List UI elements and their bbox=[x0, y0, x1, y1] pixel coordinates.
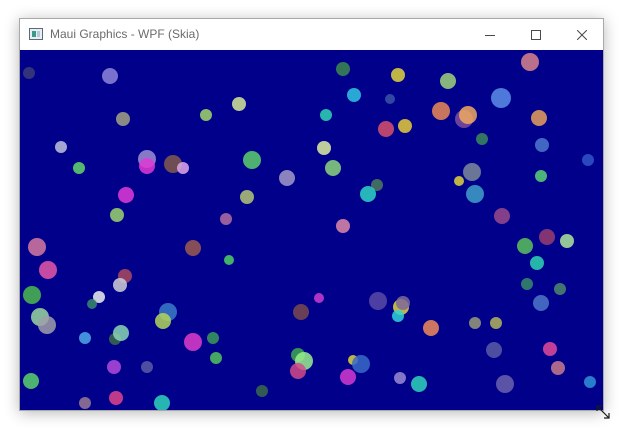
circle-63 bbox=[396, 296, 410, 310]
title-bar[interactable]: Maui Graphics - WPF (Skia) bbox=[20, 19, 603, 50]
circle-57 bbox=[521, 278, 533, 290]
circle-40 bbox=[110, 208, 124, 222]
circle-28 bbox=[317, 141, 331, 155]
circle-77 bbox=[207, 332, 219, 344]
circle-11 bbox=[116, 112, 130, 126]
circle-34 bbox=[535, 170, 547, 182]
circle-12 bbox=[320, 109, 332, 121]
circle-53 bbox=[113, 278, 127, 292]
window-title: Maui Graphics - WPF (Skia) bbox=[50, 27, 200, 41]
circle-9 bbox=[232, 97, 246, 111]
circle-90 bbox=[394, 372, 406, 384]
circle-56 bbox=[23, 286, 41, 304]
circle-5 bbox=[521, 53, 539, 71]
circle-95 bbox=[256, 385, 268, 397]
circle-86 bbox=[107, 360, 121, 374]
circle-85 bbox=[352, 355, 370, 373]
circle-51 bbox=[39, 261, 57, 279]
app-window: Maui Graphics - WPF (Skia) bbox=[19, 18, 604, 411]
circle-60 bbox=[314, 293, 324, 303]
app-window-icon bbox=[29, 28, 43, 40]
circle-98 bbox=[154, 395, 170, 410]
circle-29 bbox=[325, 160, 341, 176]
circle-45 bbox=[185, 240, 201, 256]
circle-46 bbox=[517, 238, 533, 254]
circle-58 bbox=[554, 283, 566, 295]
circle-41 bbox=[220, 213, 232, 225]
circle-55 bbox=[87, 299, 97, 309]
circle-70 bbox=[423, 320, 439, 336]
close-button[interactable] bbox=[559, 19, 605, 50]
circle-3 bbox=[391, 68, 405, 82]
minimize-button[interactable] bbox=[467, 19, 513, 50]
circle-38 bbox=[360, 186, 376, 202]
circle-80 bbox=[210, 352, 222, 364]
circle-59 bbox=[533, 295, 549, 311]
circle-50 bbox=[530, 256, 544, 270]
circle-69 bbox=[38, 316, 56, 334]
circle-89 bbox=[340, 369, 356, 385]
circle-94 bbox=[23, 373, 39, 389]
circle-61 bbox=[369, 292, 387, 310]
circle-39 bbox=[466, 185, 484, 203]
circle-76 bbox=[184, 333, 202, 351]
circle-19 bbox=[476, 133, 488, 145]
circle-1 bbox=[102, 68, 118, 84]
circle-8 bbox=[491, 88, 511, 108]
circle-65 bbox=[293, 304, 309, 320]
close-icon bbox=[577, 29, 587, 40]
circle-16 bbox=[531, 110, 547, 126]
maximize-button[interactable] bbox=[513, 19, 559, 50]
circle-48 bbox=[560, 234, 574, 248]
circle-20 bbox=[55, 141, 67, 153]
circle-93 bbox=[584, 376, 596, 388]
minimize-icon bbox=[485, 34, 495, 36]
circle-10 bbox=[200, 109, 212, 121]
circles-layer bbox=[23, 53, 596, 410]
circle-2 bbox=[336, 62, 350, 76]
circle-27 bbox=[243, 151, 261, 169]
circle-67 bbox=[155, 313, 171, 329]
circle-87 bbox=[141, 361, 153, 373]
circle-33 bbox=[454, 176, 464, 186]
circle-47 bbox=[539, 229, 555, 245]
circle-32 bbox=[463, 163, 481, 181]
circle-24 bbox=[139, 158, 155, 174]
circle-26 bbox=[177, 162, 189, 174]
circle-78 bbox=[486, 342, 502, 358]
circle-64 bbox=[392, 310, 404, 322]
circle-97 bbox=[109, 391, 123, 405]
circle-72 bbox=[490, 317, 502, 329]
circle-73 bbox=[79, 332, 91, 344]
circle-13 bbox=[432, 102, 450, 120]
circle-30 bbox=[73, 162, 85, 174]
circle-44 bbox=[28, 238, 46, 256]
circle-36 bbox=[240, 190, 254, 204]
resize-grip-icon[interactable] bbox=[594, 403, 612, 421]
circle-31 bbox=[279, 170, 295, 186]
graphics-canvas[interactable] bbox=[20, 50, 603, 410]
circle-35 bbox=[118, 187, 134, 203]
circle-18 bbox=[398, 119, 412, 133]
circle-6 bbox=[347, 88, 361, 102]
circle-75 bbox=[113, 325, 129, 341]
circle-92 bbox=[496, 375, 514, 393]
maximize-icon bbox=[531, 29, 541, 40]
circle-83 bbox=[290, 363, 306, 379]
circle-15 bbox=[459, 106, 477, 124]
circle-22 bbox=[582, 154, 594, 166]
circle-17 bbox=[378, 121, 394, 137]
circle-21 bbox=[535, 138, 549, 152]
circle-71 bbox=[469, 317, 481, 329]
circle-4 bbox=[440, 73, 456, 89]
circle-91 bbox=[411, 376, 427, 392]
circle-88 bbox=[551, 361, 565, 375]
circle-42 bbox=[494, 208, 510, 224]
circle-49 bbox=[224, 255, 234, 265]
circle-43 bbox=[336, 219, 350, 233]
circle-7 bbox=[385, 94, 395, 104]
circle-0 bbox=[23, 67, 35, 79]
circle-96 bbox=[79, 397, 91, 409]
circle-79 bbox=[543, 342, 557, 356]
